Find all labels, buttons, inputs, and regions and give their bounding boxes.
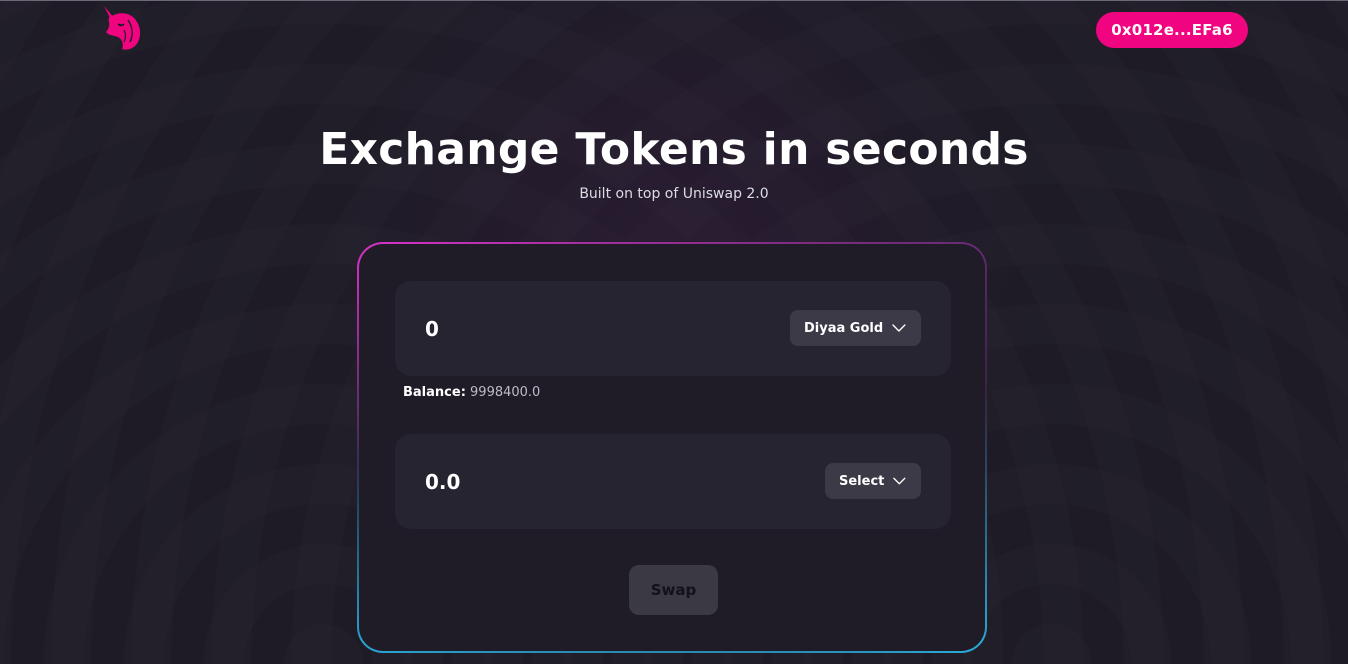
unicorn-logo-icon[interactable]	[100, 4, 146, 52]
from-token-field: 0 Diyaa Gold	[395, 281, 951, 376]
swap-button[interactable]: Swap	[629, 565, 718, 615]
top-border	[0, 0, 1348, 1]
chevron-down-icon	[892, 324, 906, 332]
balance-label: Balance:	[403, 385, 466, 400]
wallet-address-button[interactable]: 0x012e...EFa6	[1096, 12, 1248, 48]
swap-card: 0 Diyaa Gold Balance: 9998400.0 0.0 Sele…	[359, 244, 985, 651]
swap-card-border: 0 Diyaa Gold Balance: 9998400.0 0.0 Sele…	[357, 242, 987, 653]
page-title: Exchange Tokens in seconds	[319, 124, 1029, 175]
from-amount-input[interactable]: 0	[425, 281, 725, 376]
chevron-down-icon	[893, 477, 906, 485]
to-token-select-button[interactable]: Select	[825, 463, 921, 499]
to-token-label: Select	[839, 473, 885, 489]
balance-value: 9998400.0	[470, 385, 541, 400]
to-amount-output[interactable]: 0.0	[425, 434, 725, 529]
page-subtitle: Built on top of Uniswap 2.0	[579, 186, 769, 202]
from-balance: Balance: 9998400.0	[403, 385, 540, 400]
to-token-field: 0.0 Select	[395, 434, 951, 529]
from-token-label: Diyaa Gold	[804, 320, 884, 336]
from-token-select-button[interactable]: Diyaa Gold	[790, 310, 921, 346]
